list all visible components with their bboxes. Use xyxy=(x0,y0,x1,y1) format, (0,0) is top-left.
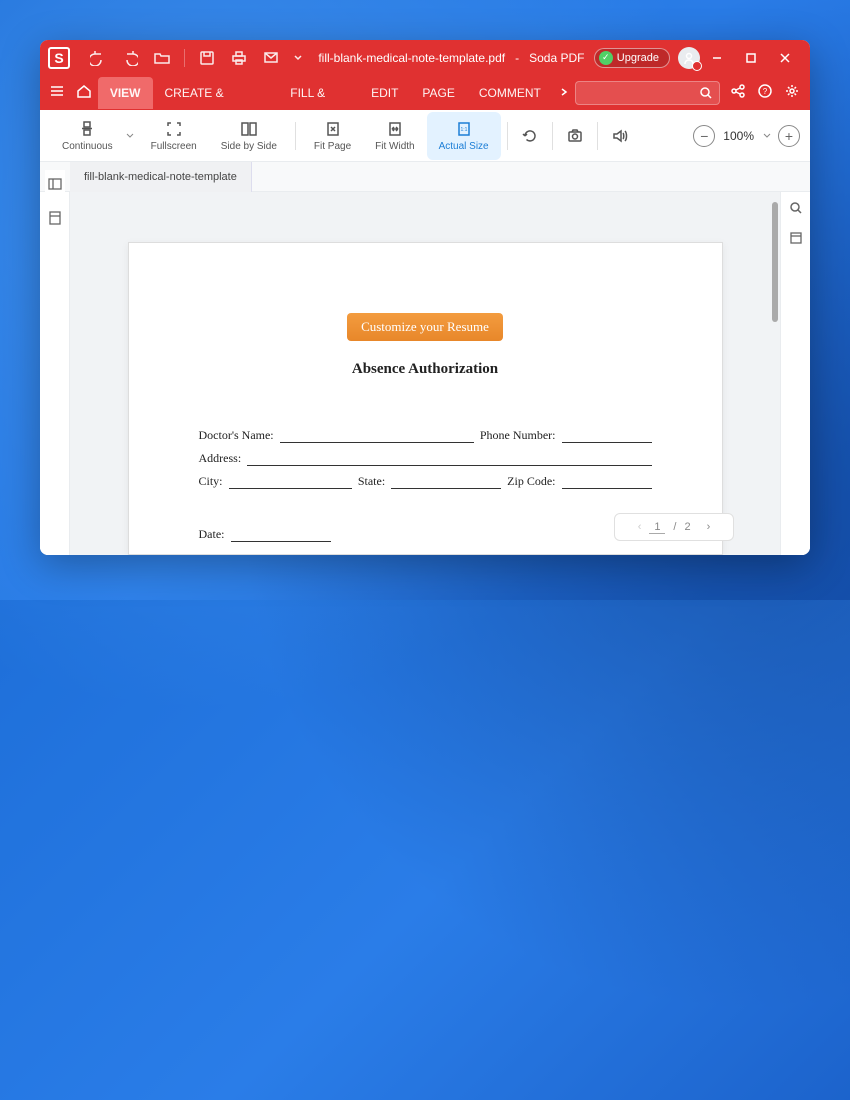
continuous-button[interactable]: Continuous xyxy=(50,112,125,160)
right-rail xyxy=(780,192,810,555)
address-field[interactable] xyxy=(247,452,651,466)
chevron-down-icon[interactable] xyxy=(291,46,305,70)
doc-heading: Absence Authorization xyxy=(199,361,652,378)
search-icon xyxy=(699,86,713,100)
redo-icon[interactable] xyxy=(118,46,142,70)
search-panel-icon[interactable] xyxy=(786,198,806,218)
app-logo: S xyxy=(48,47,70,69)
svg-text:?: ? xyxy=(763,87,768,96)
bookmarks-icon[interactable] xyxy=(45,208,65,228)
prev-page-icon[interactable]: ‹ xyxy=(638,521,642,533)
scrollbar[interactable] xyxy=(772,202,778,322)
rotate-icon[interactable] xyxy=(514,120,546,152)
undo-icon[interactable] xyxy=(86,46,110,70)
tab-view[interactable]: VIEW xyxy=(98,77,153,109)
save-icon[interactable] xyxy=(195,46,219,70)
titlebar: S fill-blank-medical-note-template.pdf -… xyxy=(40,40,810,75)
maximize-button[interactable] xyxy=(734,44,768,72)
title-text: fill-blank-medical-note-template.pdf - S… xyxy=(309,51,594,65)
zoom-controls: − 100% + xyxy=(693,125,800,147)
pages-panel-icon[interactable] xyxy=(786,228,806,248)
zip-label: Zip Code: xyxy=(507,474,555,489)
close-button[interactable] xyxy=(768,44,802,72)
search-input[interactable] xyxy=(575,81,720,105)
page-total: 2 xyxy=(684,521,690,533)
document-viewport[interactable]: Customize your Resume Absence Authorizat… xyxy=(70,192,780,555)
zoom-in-button[interactable]: + xyxy=(778,125,800,147)
customize-resume-button[interactable]: Customize your Resume xyxy=(347,313,503,341)
doctor-field[interactable] xyxy=(280,429,474,443)
snapshot-icon[interactable] xyxy=(559,120,591,152)
fullscreen-button[interactable]: Fullscreen xyxy=(139,112,209,160)
next-page-icon[interactable]: › xyxy=(707,521,711,533)
tabs-scroll-right-icon[interactable] xyxy=(553,85,575,100)
continuous-dropdown-icon[interactable] xyxy=(125,131,139,141)
state-label: State: xyxy=(358,474,385,489)
mail-icon[interactable] xyxy=(259,46,283,70)
city-field[interactable] xyxy=(229,475,352,489)
user-avatar[interactable] xyxy=(678,47,700,69)
panel-toggle-icon[interactable] xyxy=(45,170,65,198)
upgrade-button[interactable]: ✓ Upgrade xyxy=(594,48,670,68)
settings-icon[interactable] xyxy=(784,83,800,102)
side-by-side-button[interactable]: Side by Side xyxy=(209,112,289,160)
document-tabstrip: fill-blank-medical-note-template xyxy=(40,162,810,192)
home-icon[interactable] xyxy=(71,83,98,102)
document-tab[interactable]: fill-blank-medical-note-template xyxy=(70,162,252,192)
open-icon[interactable] xyxy=(150,46,174,70)
tab-create-convert[interactable]: CREATE & CONVERT xyxy=(153,77,279,109)
tab-fill-sign[interactable]: FILL & SIGN xyxy=(278,77,359,109)
address-label: Address: xyxy=(199,451,242,466)
phone-label: Phone Number: xyxy=(480,428,556,443)
doc-name: fill-blank-medical-note-template.pdf xyxy=(318,51,505,65)
doctor-label: Doctor's Name: xyxy=(199,428,274,443)
left-rail xyxy=(40,192,70,555)
date-field[interactable] xyxy=(231,528,331,542)
state-field[interactable] xyxy=(391,475,501,489)
minimize-button[interactable] xyxy=(700,44,734,72)
menubar: VIEW CREATE & CONVERT FILL & SIGN EDIT P… xyxy=(40,75,810,110)
app-window: S fill-blank-medical-note-template.pdf -… xyxy=(40,40,810,555)
zoom-value[interactable]: 100% xyxy=(721,129,756,143)
zoom-dropdown-icon[interactable] xyxy=(762,131,772,141)
help-icon[interactable]: ? xyxy=(756,82,774,103)
view-toolbar: Continuous Fullscreen Side by Side Fit P… xyxy=(40,110,810,162)
svg-text:1:1: 1:1 xyxy=(460,127,467,133)
zip-field[interactable] xyxy=(562,475,652,489)
tab-edit[interactable]: EDIT xyxy=(359,77,410,109)
check-icon: ✓ xyxy=(599,51,613,65)
read-aloud-icon[interactable] xyxy=(604,120,636,152)
app-name: Soda PDF xyxy=(529,51,584,65)
page-navigator: ‹ / 2 › xyxy=(614,513,734,541)
fit-width-button[interactable]: Fit Width xyxy=(363,112,426,160)
phone-field[interactable] xyxy=(562,429,652,443)
pdf-page: Customize your Resume Absence Authorizat… xyxy=(128,242,723,555)
zoom-out-button[interactable]: − xyxy=(693,125,715,147)
date-label: Date: xyxy=(199,527,225,542)
page-input[interactable] xyxy=(649,521,665,534)
fit-page-button[interactable]: Fit Page xyxy=(302,112,363,160)
tab-comment[interactable]: COMMENT xyxy=(467,77,553,109)
tab-page[interactable]: PAGE xyxy=(410,77,466,109)
actual-size-button[interactable]: 1:1 Actual Size xyxy=(427,112,501,160)
share-icon[interactable] xyxy=(730,83,746,102)
print-icon[interactable] xyxy=(227,46,251,70)
content-area: Customize your Resume Absence Authorizat… xyxy=(40,192,810,555)
hamburger-icon[interactable] xyxy=(44,83,71,102)
city-label: City: xyxy=(199,474,223,489)
